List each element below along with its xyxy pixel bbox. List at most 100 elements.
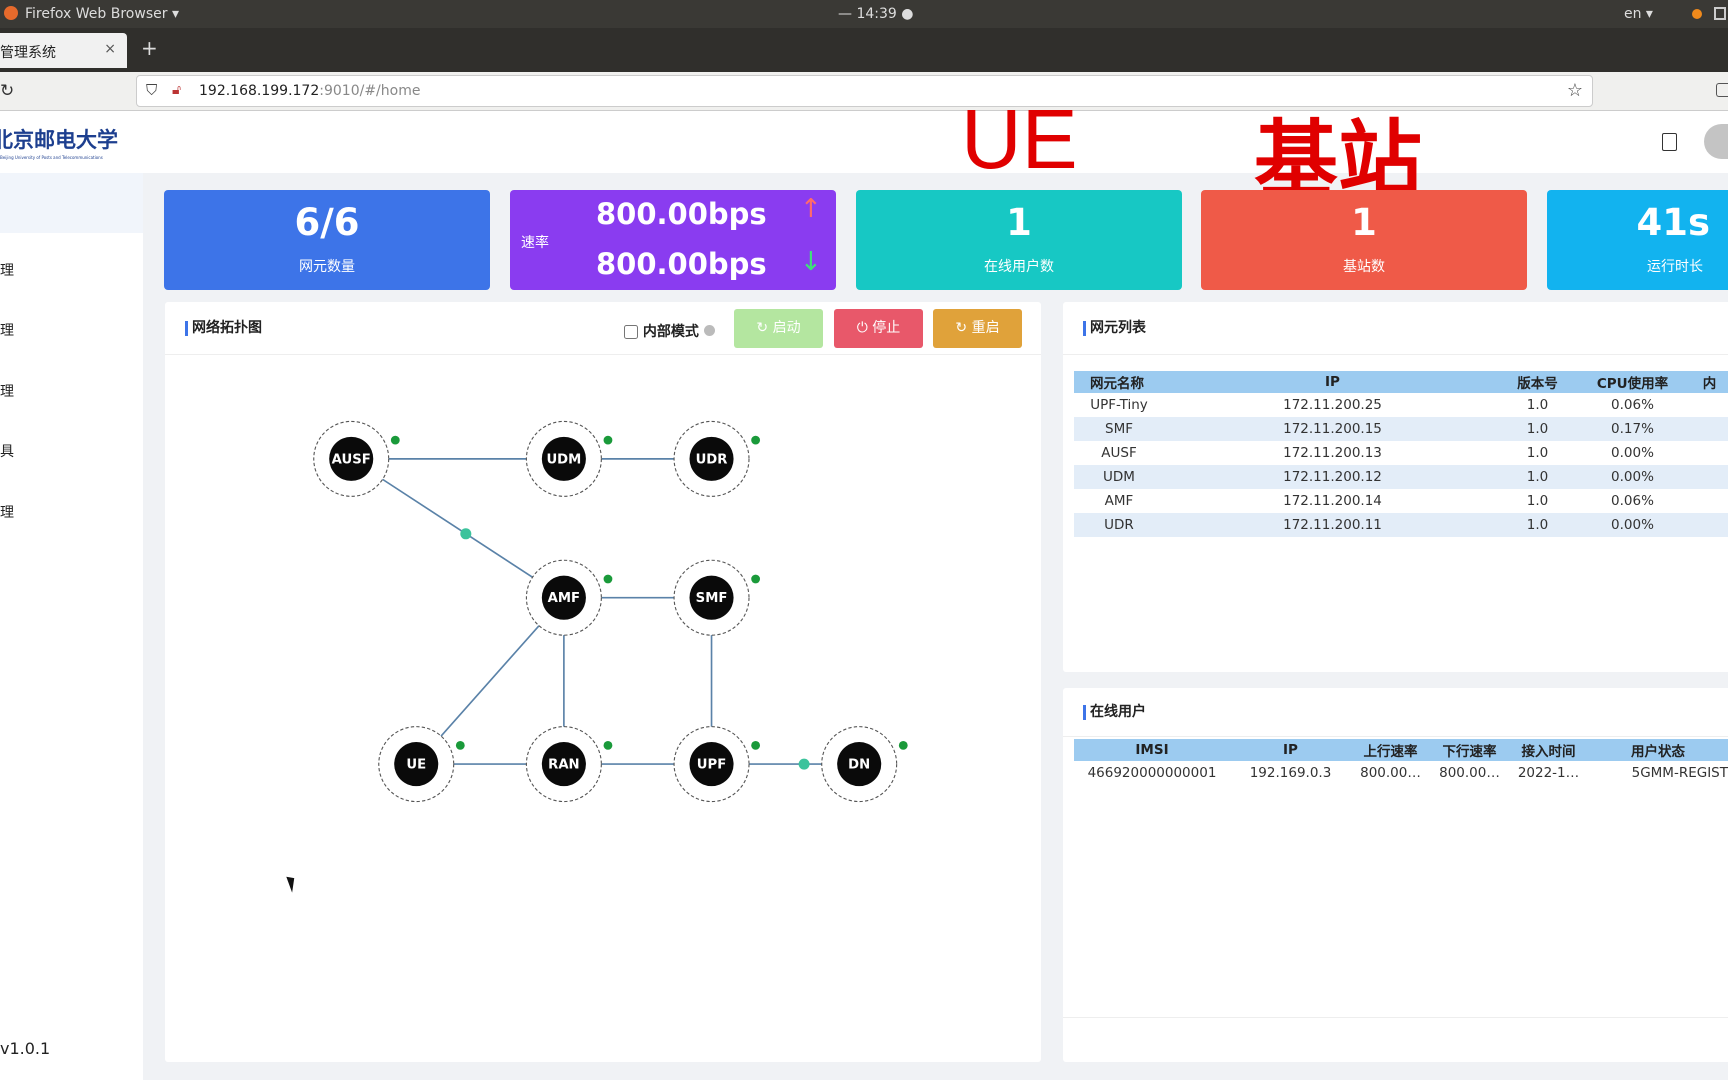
uplink-rate: 800.00bps [596,197,767,231]
bookmark-star-icon[interactable]: ☆ [1567,80,1583,101]
sidebar-item-2[interactable]: 理 [0,320,143,340]
table-row[interactable]: UDR 172.11.200.11 1.0 0.00% [1074,513,1728,537]
stat-label: 速率 [521,235,549,251]
table-cell: AUSF [1101,445,1137,461]
column-header: IMSI [1074,739,1230,761]
column-header: 网元名称 [1074,371,1164,393]
column-header: IP [1230,739,1351,761]
table-cell: 192.169.0.3 [1249,765,1332,781]
stat-value: 1 [1351,201,1377,244]
table-cell: 800.00… [1360,765,1421,781]
status-dot-dn [898,740,908,750]
node-label: AUSF [332,452,371,467]
stat-card-nf-count: 6/6 网元数量 [164,190,490,290]
table-row[interactable]: AMF 172.11.200.14 1.0 0.06% [1074,489,1728,513]
table-cell: 172.11.200.15 [1164,417,1501,441]
sidebar-item-3[interactable]: 理 [0,381,143,401]
status-dot-udm [603,435,613,445]
online-users-table: IMSI IP 上行速率 下行速率 接入时间 用户状态 466920000000001 192… [1074,739,1728,785]
close-tab-icon[interactable]: × [104,41,116,57]
panel-title: 在线用户 [1083,705,1146,720]
logout-icon[interactable] [1662,133,1677,151]
table-cell: UDM [1074,465,1164,489]
table-cell: 5GMM-REGIST [1631,765,1728,781]
insecure-lock-icon[interactable]: 🔓︎ [172,82,181,98]
notification-icon [1692,9,1702,19]
stat-card-online-users: 1 在线用户数 [856,190,1182,290]
overlay-ue-label: UE [961,92,1078,186]
table-cell: 1.0 [1526,493,1549,509]
version-label: v1.0.1 [0,1039,51,1058]
stat-label: 基站数 [1343,259,1385,275]
panel-title: 网元列表 [1083,321,1146,336]
table-cell: UPF-Tiny [1090,397,1148,413]
topology-panel: 网络拓扑图 内部模式 ↻ 启动 ⏻ 停止 ↻ 重启 AUSF UDM UDR AMF S… [165,302,1041,1062]
table-row[interactable]: UDM 172.11.200.12 1.0 0.00% [1074,465,1728,489]
sidebar-item-1[interactable]: 理 [0,260,143,280]
downlink-rate: 800.00bps [596,247,767,281]
table-row[interactable]: AUSF 172.11.200.13 1.0 0.00% [1074,441,1728,465]
divider [1063,736,1728,737]
stat-card-base-stations: 1 基站数 [1201,190,1527,290]
stat-label: 网元数量 [299,259,355,275]
table-cell: AMF [1104,493,1134,509]
table-cell: UDR [1074,513,1164,537]
node-label: DN [848,757,870,772]
column-header: 版本号 [1501,371,1574,393]
network-icon[interactable] [1714,7,1726,20]
table-cell: SMF [1074,417,1164,441]
avatar[interactable] [1704,124,1728,159]
sidebar-item-5[interactable]: 理 [0,502,143,522]
sidebar-item-4[interactable]: 具 [0,441,143,461]
extension-icon[interactable] [1716,83,1728,97]
arrow-down-icon: ↓ [800,247,822,277]
table-cell: 172.11.200.14 [1283,493,1382,509]
table-row[interactable]: UPF-Tiny 172.11.200.25 1.0 0.06% [1074,393,1728,417]
stat-label: 运行时长 [1647,259,1703,275]
table-cell: 2022-1… [1517,765,1580,781]
node-label: RAN [548,757,579,772]
column-header: 接入时间 [1509,739,1588,761]
new-tab-button[interactable]: + [141,36,158,60]
table-cell: 172.11.200.13 [1283,445,1382,461]
column-header: 下行速率 [1430,739,1509,761]
table-cell [1691,513,1728,537]
stat-value: 1 [1006,201,1032,244]
table-cell: 0.00% [1574,465,1691,489]
language-menu[interactable]: en ▾ [1624,6,1653,22]
sidebar-active-item[interactable] [0,173,143,233]
topology-graph: AUSF UDM UDR AMF SMF UE RAN UPF DN [313,420,908,803]
table-cell [1691,417,1728,441]
status-dot-upf [751,740,761,750]
nav-bar: ↻ ⛉ 🔓︎ 192.168.199.172:9010/#/home ☆ [0,72,1728,111]
url-path: :9010/#/home [319,83,421,99]
column-header: 内 [1691,371,1728,393]
status-dot-smf [751,574,761,584]
nf-list-panel: 网元列表 网元名称 IP 版本号 CPU使用率内 UPF-Tiny 172.11.200.… [1063,302,1728,672]
stat-card-rate: 速率 800.00bps 800.00bps ↑ ↓ [510,190,836,290]
node-label: SMF [696,591,728,606]
shield-icon[interactable]: ⛉ [146,81,157,99]
url-host: 192.168.199.172 [199,83,320,99]
divider [1063,1017,1728,1018]
clock[interactable]: — 14:39 ● [838,6,913,22]
table-cell [1691,393,1728,417]
column-header: 用户状态 [1588,739,1728,761]
status-dot-udr [751,435,761,445]
table-cell [1691,489,1728,513]
table-row[interactable]: 466920000000001 192.169.0.3 800.00… 800.00…… [1074,761,1728,785]
table-cell: 1.0 [1501,513,1574,537]
node-label: UE [406,757,426,772]
table-cell: 172.11.200.11 [1164,513,1501,537]
app-header: 北京邮电大学 Beijing University of Posts and T… [0,92,1728,209]
node-label: UPF [697,757,726,772]
browser-tab[interactable]: 管理系统 × [0,33,127,68]
table-cell: 466920000000001 [1087,765,1217,781]
system-top-bar: Firefox Web Browser ▾ — 14:39 ● en ▾ [0,0,1728,28]
status-dot-ausf [390,435,400,445]
table-row[interactable]: SMF 172.11.200.15 1.0 0.17% [1074,417,1728,441]
table-cell [1691,465,1728,489]
table-cell: 0.00% [1574,513,1691,537]
app-menu[interactable]: Firefox Web Browser ▾ [25,6,179,22]
reload-icon[interactable]: ↻ [0,81,14,101]
